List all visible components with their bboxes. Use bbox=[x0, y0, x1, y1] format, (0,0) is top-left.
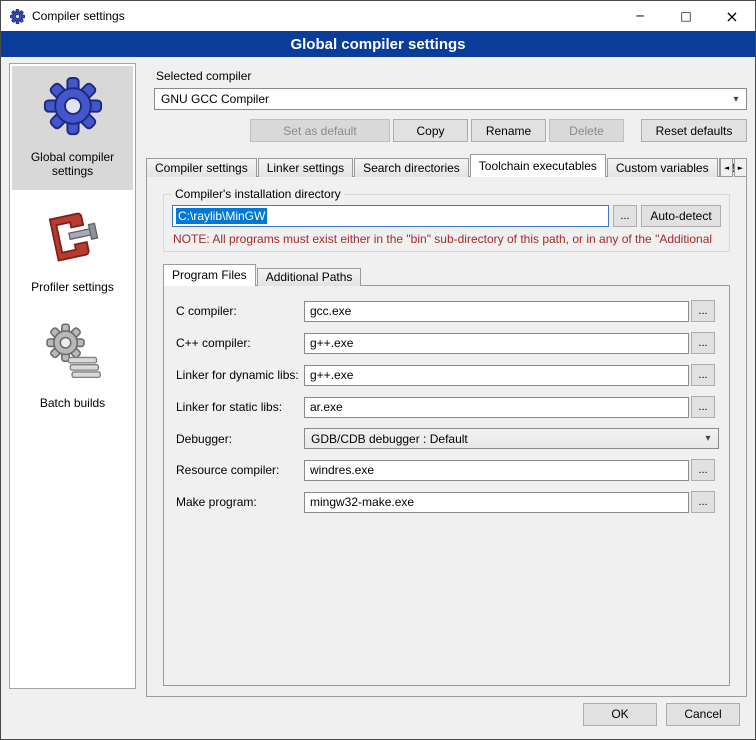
toolchain-executables-panel: Compiler's installation directory C:\ray… bbox=[146, 176, 747, 697]
sidebar: Global compiler settings Profiler settin… bbox=[9, 63, 136, 689]
cpp-compiler-input[interactable]: g++.exe bbox=[304, 333, 689, 354]
linker-static-label: Linker for static libs: bbox=[174, 400, 302, 414]
sidebar-item-batch-builds[interactable]: Batch builds bbox=[12, 312, 133, 422]
compiler-settings-window: Compiler settings ─ □ × Global compiler … bbox=[0, 0, 756, 740]
tab-scroll-left-button[interactable]: ◄ bbox=[720, 158, 733, 177]
arrow-right-icon: ► bbox=[738, 164, 743, 172]
minimize-button[interactable]: ─ bbox=[617, 1, 663, 31]
c-compiler-input[interactable]: gcc.exe bbox=[304, 301, 689, 322]
gray-gear-stack-icon bbox=[41, 320, 105, 384]
arrow-left-icon: ◄ bbox=[724, 164, 729, 172]
rename-button[interactable]: Rename bbox=[471, 119, 546, 142]
linker-static-input[interactable]: ar.exe bbox=[304, 397, 689, 418]
make-program-label: Make program: bbox=[174, 495, 302, 509]
app-gear-icon bbox=[9, 8, 25, 24]
installation-directory-row: C:\raylib\MinGW ... Auto-detect bbox=[172, 205, 721, 227]
sidebar-item-global-compiler-settings[interactable]: Global compiler settings bbox=[12, 66, 133, 190]
selected-compiler-label: Selected compiler bbox=[156, 69, 747, 83]
reset-defaults-button[interactable]: Reset defaults bbox=[641, 119, 747, 142]
browse-linker-static-button[interactable]: ... bbox=[691, 396, 715, 418]
browse-make-program-button[interactable]: ... bbox=[691, 491, 715, 513]
tab-search-directories[interactable]: Search directories bbox=[354, 158, 469, 177]
install-dir-selected-text: C:\raylib\MinGW bbox=[176, 208, 267, 224]
maximize-icon: □ bbox=[680, 9, 691, 23]
resource-compiler-input[interactable]: windres.exe bbox=[304, 460, 689, 481]
toolchain-form: C compiler: gcc.exe ... C++ compiler: g+… bbox=[174, 300, 719, 513]
browse-resource-compiler-button[interactable]: ... bbox=[691, 459, 715, 481]
copy-button[interactable]: Copy bbox=[393, 119, 468, 142]
compiler-combobox-value: GNU GCC Compiler bbox=[161, 92, 728, 106]
compiler-combobox[interactable]: GNU GCC Compiler ▾ bbox=[154, 88, 747, 110]
chevron-down-icon: ▾ bbox=[700, 433, 716, 444]
linker-dynamic-input[interactable]: g++.exe bbox=[304, 365, 689, 386]
delete-button: Delete bbox=[549, 119, 624, 142]
make-program-input[interactable]: mingw32-make.exe bbox=[304, 492, 689, 513]
tab-linker-settings[interactable]: Linker settings bbox=[258, 158, 353, 177]
dialog-footer: OK Cancel bbox=[1, 697, 755, 739]
debugger-label: Debugger: bbox=[174, 432, 302, 446]
dialog-header: Global compiler settings bbox=[1, 31, 755, 57]
settings-tabstrip: Compiler settings Linker settings Search… bbox=[146, 154, 747, 177]
resource-compiler-label: Resource compiler: bbox=[174, 463, 302, 477]
sidebar-item-label: Profiler settings bbox=[31, 280, 114, 294]
main-panel: Selected compiler GNU GCC Compiler ▾ Set… bbox=[146, 63, 747, 697]
sidebar-item-profiler-settings[interactable]: Profiler settings bbox=[12, 196, 133, 306]
browse-install-dir-button[interactable]: ... bbox=[613, 205, 637, 227]
close-button[interactable]: × bbox=[709, 1, 755, 31]
install-dir-note: NOTE: All programs must exist either in … bbox=[173, 232, 720, 246]
tab-program-files[interactable]: Program Files bbox=[163, 264, 256, 286]
tab-scroll-right-button[interactable]: ► bbox=[734, 158, 747, 177]
tab-additional-paths[interactable]: Additional Paths bbox=[257, 268, 362, 286]
browse-cpp-compiler-button[interactable]: ... bbox=[691, 332, 715, 354]
compiler-button-row: Set as default Copy Rename Delete Reset … bbox=[154, 119, 747, 142]
linker-dynamic-label: Linker for dynamic libs: bbox=[174, 368, 302, 382]
browse-linker-dynamic-button[interactable]: ... bbox=[691, 364, 715, 386]
c-compiler-label: C compiler: bbox=[174, 304, 302, 318]
ok-button[interactable]: OK bbox=[583, 703, 657, 726]
set-as-default-button: Set as default bbox=[250, 119, 390, 142]
program-files-panel: C compiler: gcc.exe ... C++ compiler: g+… bbox=[163, 285, 730, 686]
installation-directory-legend: Compiler's installation directory bbox=[172, 187, 344, 201]
maximize-button[interactable]: □ bbox=[663, 1, 709, 31]
minimize-icon: ─ bbox=[636, 9, 643, 23]
tab-custom-variables[interactable]: Custom variables bbox=[607, 158, 718, 177]
sidebar-item-label: Global compiler settings bbox=[14, 150, 131, 178]
browse-c-compiler-button[interactable]: ... bbox=[691, 300, 715, 322]
install-dir-input[interactable]: C:\raylib\MinGW bbox=[172, 205, 609, 227]
program-files-tabstrip: Program Files Additional Paths bbox=[163, 264, 730, 286]
cpp-compiler-label: C++ compiler: bbox=[174, 336, 302, 350]
selected-compiler-section: Selected compiler GNU GCC Compiler ▾ Set… bbox=[146, 65, 747, 142]
profiler-clamp-icon bbox=[41, 204, 105, 268]
tab-scroll-controls: ◄ ► bbox=[720, 158, 747, 177]
autodetect-button[interactable]: Auto-detect bbox=[641, 205, 721, 227]
window-title: Compiler settings bbox=[32, 9, 125, 23]
chevron-down-icon: ▾ bbox=[728, 94, 744, 105]
tab-toolchain-executables[interactable]: Toolchain executables bbox=[470, 154, 606, 177]
cancel-button[interactable]: Cancel bbox=[666, 703, 740, 726]
close-icon: × bbox=[725, 7, 738, 26]
sidebar-item-label: Batch builds bbox=[40, 396, 105, 410]
debugger-combobox[interactable]: GDB/CDB debugger : Default ▾ bbox=[304, 428, 719, 449]
tab-compiler-settings[interactable]: Compiler settings bbox=[146, 158, 257, 177]
window-controls: ─ □ × bbox=[617, 1, 755, 31]
titlebar: Compiler settings ─ □ × bbox=[1, 1, 755, 31]
debugger-combobox-value: GDB/CDB debugger : Default bbox=[311, 432, 700, 446]
installation-directory-group: Compiler's installation directory C:\ray… bbox=[163, 187, 730, 252]
blue-gear-icon bbox=[41, 74, 105, 138]
